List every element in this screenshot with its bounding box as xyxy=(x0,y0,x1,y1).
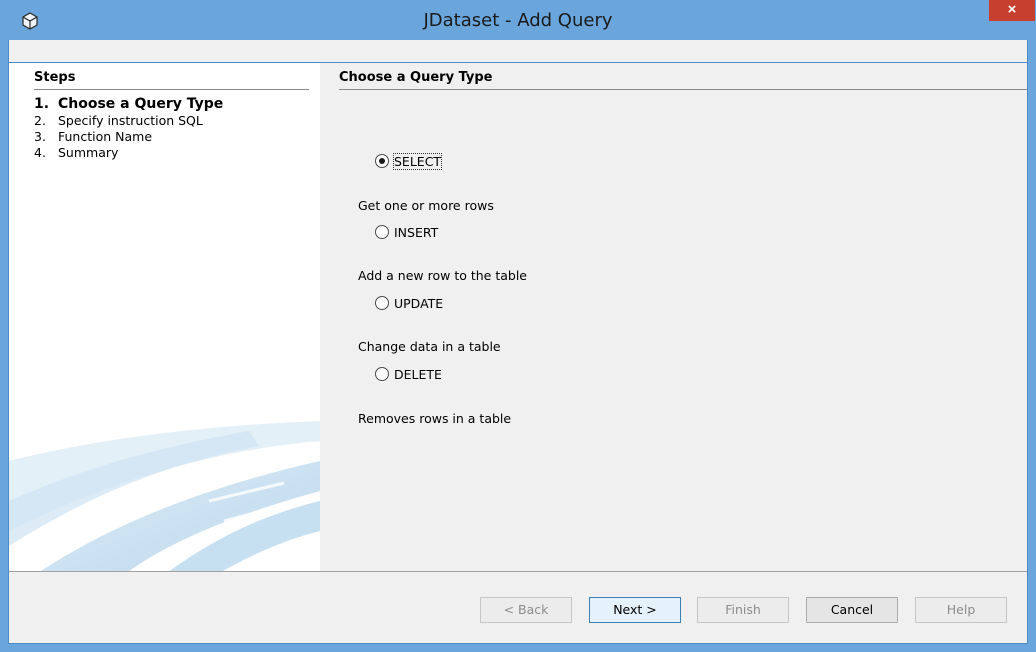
back-button[interactable]: < Back xyxy=(480,597,572,623)
step-number: 2. xyxy=(34,113,46,128)
step-number: 4. xyxy=(34,145,46,160)
window-title: JDataset - Add Query xyxy=(423,10,613,31)
page-title: Choose a Query Type xyxy=(339,70,493,85)
radio-button[interactable] xyxy=(375,296,389,310)
close-button[interactable]: × xyxy=(989,0,1035,21)
steps-list: 1. Choose a Query Type 2. Specify instruct… xyxy=(34,96,223,161)
decorative-swoosh xyxy=(9,421,320,579)
step-item-1: 1. Choose a Query Type xyxy=(34,96,223,113)
radio-delete[interactable]: DELETE xyxy=(375,364,442,384)
cancel-button[interactable]: Cancel xyxy=(806,597,898,623)
step-number: 3. xyxy=(34,129,46,144)
content-panel: Choose a Query Type SELECT Get one or mo… xyxy=(320,63,1027,579)
close-icon: × xyxy=(1007,1,1017,18)
radio-select[interactable]: SELECT xyxy=(375,151,443,171)
button-bar: < Back Next > Finish Cancel Help xyxy=(9,572,1027,643)
step-item-3: 3. Function Name xyxy=(34,129,223,145)
radio-label: SELECT xyxy=(392,152,443,170)
radio-button[interactable] xyxy=(375,225,389,239)
dialog-body: Steps 1. Choose a Query Type 2. Specify in… xyxy=(8,62,1028,644)
steps-heading: Steps xyxy=(34,70,76,85)
radio-label: DELETE xyxy=(394,366,442,382)
radio-label: INSERT xyxy=(394,224,439,240)
step-item-2: 2. Specify instruction SQL xyxy=(34,113,223,129)
finish-button[interactable]: Finish xyxy=(697,597,789,623)
step-label: Function Name xyxy=(58,129,153,144)
dialog-window: JDataset - Add Query × Steps 1. Choose a … xyxy=(0,0,1036,652)
content-divider xyxy=(339,89,1027,90)
radio-button[interactable] xyxy=(375,154,389,168)
radio-insert[interactable]: INSERT xyxy=(375,222,438,242)
steps-divider xyxy=(34,89,309,90)
step-label: Summary xyxy=(58,145,119,160)
radio-label: UPDATE xyxy=(394,295,444,311)
option-description: Removes rows in a table xyxy=(358,411,512,426)
client-top-strip xyxy=(8,40,1028,62)
step-number: 1. xyxy=(34,96,50,112)
step-item-4: 4. Summary xyxy=(34,145,223,161)
option-description: Get one or more rows xyxy=(358,198,494,213)
title-bar[interactable]: JDataset - Add Query × xyxy=(0,0,1036,40)
steps-panel: Steps 1. Choose a Query Type 2. Specify in… xyxy=(9,63,320,579)
step-label: Choose a Query Type xyxy=(58,96,224,112)
option-description: Add a new row to the table xyxy=(358,268,527,283)
option-description: Change data in a table xyxy=(358,339,501,354)
step-label: Specify instruction SQL xyxy=(58,113,203,128)
radio-update[interactable]: UPDATE xyxy=(375,293,443,313)
help-button[interactable]: Help xyxy=(915,597,1007,623)
radio-button[interactable] xyxy=(375,367,389,381)
next-button[interactable]: Next > xyxy=(589,597,681,623)
